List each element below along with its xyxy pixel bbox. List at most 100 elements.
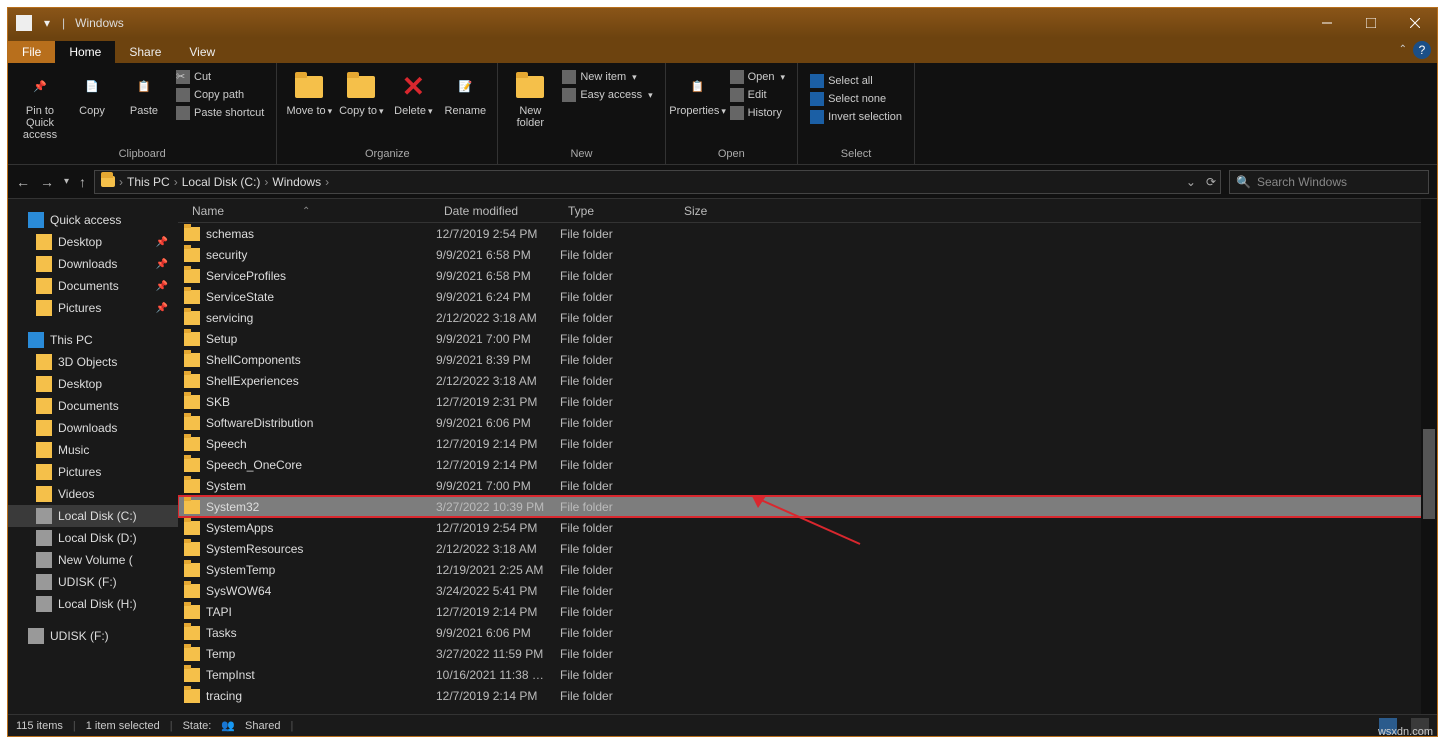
invert-selection-button[interactable]: Invert selection <box>806 109 906 125</box>
drive-icon <box>36 354 52 370</box>
sidebar-item[interactable]: Downloads📌 <box>8 253 178 275</box>
col-size[interactable]: Size <box>676 204 756 218</box>
file-row[interactable]: SysWOW64 3/24/2022 5:41 PM File folder <box>178 580 1437 601</box>
new-item-button[interactable]: New item▾ <box>558 69 656 85</box>
file-list[interactable]: Name Date modified Type Size schemas 12/… <box>178 199 1437 714</box>
scroll-thumb[interactable] <box>1423 429 1435 519</box>
sidebar-item[interactable]: Desktop📌 <box>8 231 178 253</box>
address-dropdown[interactable]: ⌄ <box>1186 175 1196 189</box>
crumb-folder[interactable]: Windows <box>272 175 321 189</box>
close-button[interactable] <box>1393 8 1437 38</box>
sidebar-item[interactable]: Downloads <box>8 417 178 439</box>
qat-button[interactable]: ▾ <box>36 12 58 34</box>
sidebar-item[interactable]: Pictures📌 <box>8 297 178 319</box>
col-date[interactable]: Date modified <box>436 204 560 218</box>
status-selected: 1 item selected <box>86 720 160 732</box>
tab-home[interactable]: Home <box>55 41 115 63</box>
file-row[interactable]: ShellExperiences 2/12/2022 3:18 AM File … <box>178 370 1437 391</box>
file-row[interactable]: SoftwareDistribution 9/9/2021 6:06 PM Fi… <box>178 412 1437 433</box>
open-button[interactable]: Open▾ <box>726 69 789 85</box>
file-row[interactable]: SystemResources 2/12/2022 3:18 AM File f… <box>178 538 1437 559</box>
copy-path-button[interactable]: Copy path <box>172 87 268 103</box>
back-button[interactable]: ← <box>16 174 30 190</box>
file-row[interactable]: TempInst 10/16/2021 11:38 … File folder <box>178 664 1437 685</box>
move-to-button[interactable]: Move to▾ <box>285 67 333 117</box>
ribbon-collapse-icon[interactable]: ⌃ <box>1399 44 1407 55</box>
file-row[interactable]: ServiceState 9/9/2021 6:24 PM File folde… <box>178 286 1437 307</box>
minimize-button[interactable] <box>1305 8 1349 38</box>
sidebar-item[interactable]: 3D Objects <box>8 351 178 373</box>
pin-quick-access-button[interactable]: 📌Pin to Quick access <box>16 67 64 141</box>
new-folder-button[interactable]: New folder <box>506 67 554 129</box>
file-row[interactable]: Speech_OneCore 12/7/2019 2:14 PM File fo… <box>178 454 1437 475</box>
sidebar-item[interactable]: Local Disk (C:) <box>8 505 178 527</box>
address-bar[interactable]: › This PC› Local Disk (C:)› Windows› ⌄ ⟳ <box>94 170 1221 194</box>
sidebar-this-pc[interactable]: This PC <box>8 329 178 351</box>
file-row[interactable]: SKB 12/7/2019 2:31 PM File folder <box>178 391 1437 412</box>
file-row[interactable]: Speech 12/7/2019 2:14 PM File folder <box>178 433 1437 454</box>
history-button[interactable]: History <box>726 105 789 121</box>
search-input[interactable]: 🔍 Search Windows <box>1229 170 1429 194</box>
easy-access-button[interactable]: Easy access▾ <box>558 87 656 103</box>
cut-button[interactable]: ✂Cut <box>172 69 268 85</box>
sidebar-item[interactable]: New Volume ( <box>8 549 178 571</box>
sidebar-quick-access[interactable]: Quick access <box>8 209 178 231</box>
file-row[interactable]: SystemTemp 12/19/2021 2:25 AM File folde… <box>178 559 1437 580</box>
sidebar-item[interactable]: Desktop <box>8 373 178 395</box>
delete-button[interactable]: ✕Delete▾ <box>389 67 437 117</box>
folder-icon <box>184 689 200 703</box>
sidebar-udisk[interactable]: UDISK (F:) <box>8 625 178 647</box>
file-row[interactable]: SystemApps 12/7/2019 2:54 PM File folder <box>178 517 1437 538</box>
file-row[interactable]: System32 3/27/2022 10:39 PM File folder <box>178 496 1437 517</box>
recent-dropdown[interactable]: ▾ <box>64 176 69 187</box>
properties-button[interactable]: 📋Properties▾ <box>674 67 722 117</box>
sidebar-item[interactable]: Music <box>8 439 178 461</box>
window-title: Windows <box>75 16 124 30</box>
tab-share[interactable]: Share <box>115 41 175 63</box>
forward-button[interactable]: → <box>40 174 54 190</box>
sidebar-item[interactable]: Documents <box>8 395 178 417</box>
sidebar-item[interactable]: Local Disk (H:) <box>8 593 178 615</box>
tab-file[interactable]: File <box>8 41 55 63</box>
file-row[interactable]: Tasks 9/9/2021 6:06 PM File folder <box>178 622 1437 643</box>
edit-button[interactable]: Edit <box>726 87 789 103</box>
col-type[interactable]: Type <box>560 204 676 218</box>
nav-tree[interactable]: Quick access Desktop📌Downloads📌Documents… <box>8 199 178 714</box>
paste-button[interactable]: 📋Paste <box>120 67 168 117</box>
maximize-button[interactable] <box>1349 8 1393 38</box>
sidebar-item[interactable]: UDISK (F:) <box>8 571 178 593</box>
col-name[interactable]: Name <box>184 204 436 218</box>
column-headers: Name Date modified Type Size <box>178 199 1437 223</box>
sidebar-item[interactable]: Pictures <box>8 461 178 483</box>
select-none-button[interactable]: Select none <box>806 91 906 107</box>
tab-view[interactable]: View <box>175 41 229 63</box>
select-all-button[interactable]: Select all <box>806 73 906 89</box>
scrollbar[interactable] <box>1421 199 1437 714</box>
file-row[interactable]: ServiceProfiles 9/9/2021 6:58 PM File fo… <box>178 265 1437 286</box>
file-row[interactable]: schemas 12/7/2019 2:54 PM File folder <box>178 223 1437 244</box>
file-row[interactable]: System 9/9/2021 7:00 PM File folder <box>178 475 1437 496</box>
file-row[interactable]: Temp 3/27/2022 11:59 PM File folder <box>178 643 1437 664</box>
sidebar-item[interactable]: Documents📌 <box>8 275 178 297</box>
help-button[interactable]: ? <box>1413 41 1431 59</box>
file-row[interactable]: servicing 2/12/2022 3:18 AM File folder <box>178 307 1437 328</box>
crumb-pc[interactable]: This PC <box>127 175 170 189</box>
file-row[interactable]: Setup 9/9/2021 7:00 PM File folder <box>178 328 1437 349</box>
copy-to-button[interactable]: Copy to▾ <box>337 67 385 117</box>
file-row[interactable]: security 9/9/2021 6:58 PM File folder <box>178 244 1437 265</box>
rename-button[interactable]: 📝Rename <box>441 67 489 117</box>
refresh-button[interactable]: ⟳ <box>1206 175 1216 189</box>
up-button[interactable]: ↑ <box>79 174 86 190</box>
file-row[interactable]: tracing 12/7/2019 2:14 PM File folder <box>178 685 1437 706</box>
sidebar-item[interactable]: Videos <box>8 483 178 505</box>
paste-shortcut-button[interactable]: Paste shortcut <box>172 105 268 121</box>
crumb-disk[interactable]: Local Disk (C:) <box>182 175 261 189</box>
file-row[interactable]: TAPI 12/7/2019 2:14 PM File folder <box>178 601 1437 622</box>
shared-icon: 👥 <box>221 719 235 732</box>
sidebar-item[interactable]: Local Disk (D:) <box>8 527 178 549</box>
folder-icon <box>184 542 200 556</box>
new-item-icon <box>562 70 576 84</box>
copy-button[interactable]: 📄Copy <box>68 67 116 117</box>
folder-icon <box>184 563 200 577</box>
file-row[interactable]: ShellComponents 9/9/2021 8:39 PM File fo… <box>178 349 1437 370</box>
